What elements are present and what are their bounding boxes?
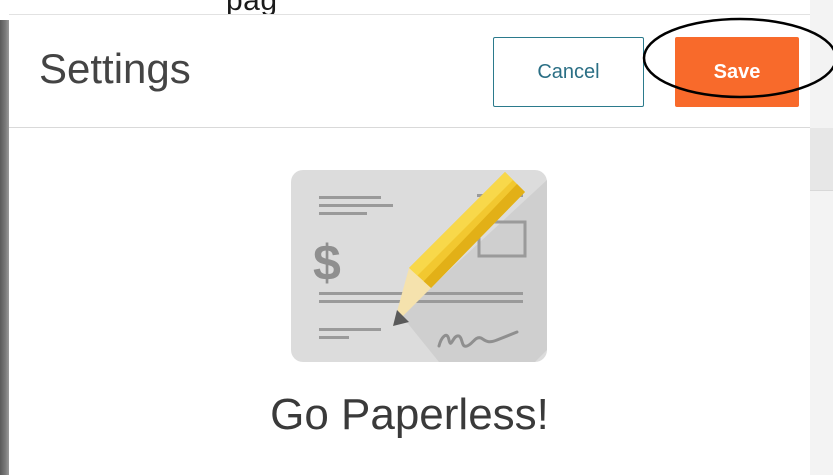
background-page-right bbox=[810, 0, 833, 475]
cancel-button[interactable]: Cancel bbox=[493, 37, 644, 107]
background-page-edge bbox=[0, 0, 9, 475]
page-title: Settings bbox=[39, 45, 191, 92]
svg-text:$: $ bbox=[313, 235, 341, 291]
settings-panel: Settings Cancel Save $ Go Paperless! bbox=[9, 14, 810, 475]
save-button[interactable]: Save bbox=[675, 37, 799, 107]
background-page-band bbox=[810, 128, 833, 191]
settings-header: Settings Cancel Save bbox=[9, 15, 810, 128]
screenshot-stage: pag Settings Cancel Save $ Go Paperless! bbox=[0, 0, 833, 475]
paper-check-pencil-icon: $ bbox=[291, 170, 547, 362]
promo-title: Go Paperless! bbox=[270, 390, 549, 439]
background-page-edge-top bbox=[0, 0, 9, 20]
